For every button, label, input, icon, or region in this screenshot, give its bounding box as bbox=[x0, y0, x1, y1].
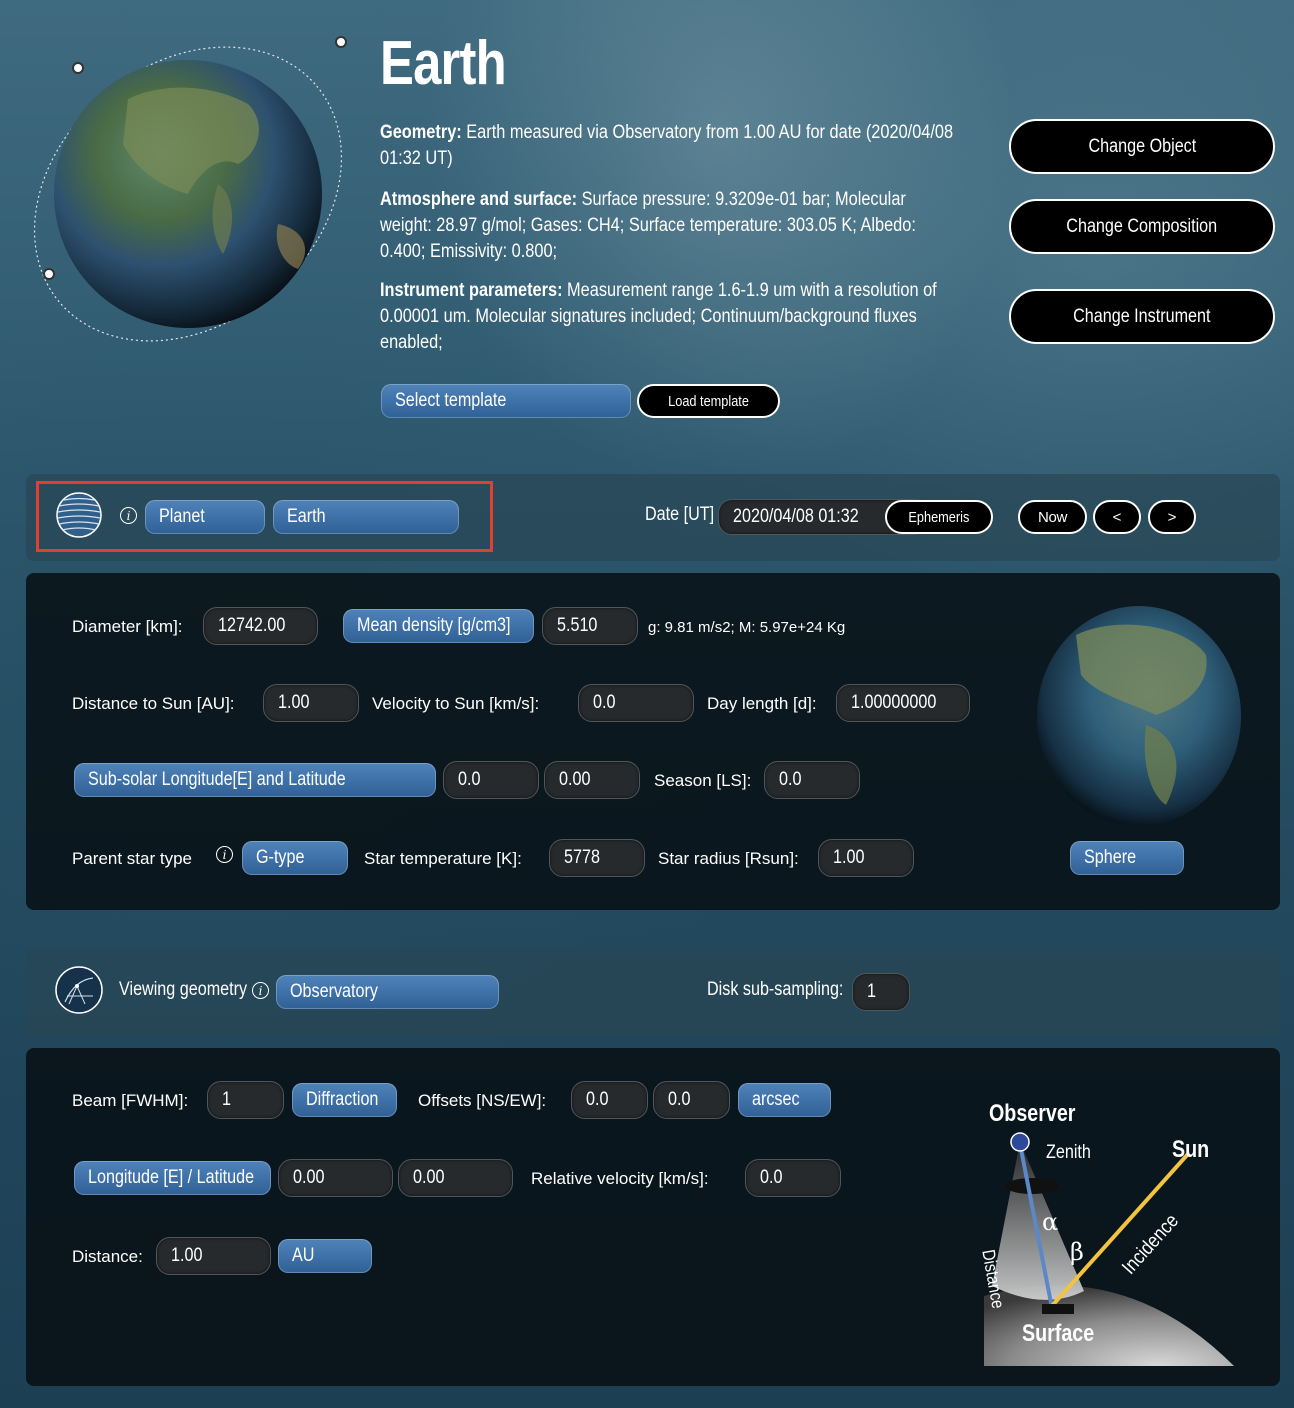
viewing-geometry-dropdown[interactable]: Observatory bbox=[276, 975, 499, 1009]
distance-to-sun-field[interactable]: 1.00 bbox=[263, 684, 359, 722]
instrument-summary: Instrument parameters: Measurement range… bbox=[380, 278, 956, 356]
season-field[interactable]: 0.0 bbox=[764, 761, 860, 799]
star-radius-label: Star radius [Rsun]: bbox=[658, 849, 799, 868]
star-radius-field[interactable]: 1.00 bbox=[818, 839, 914, 877]
change-object-button[interactable]: Change Object bbox=[1009, 119, 1275, 174]
alpha-label: α bbox=[1042, 1208, 1059, 1236]
zenith-label: Zenith bbox=[1046, 1142, 1091, 1163]
offset-unit-dropdown[interactable]: arcsec bbox=[738, 1083, 831, 1117]
previous-date-button[interactable]: < bbox=[1093, 500, 1141, 534]
diameter-field[interactable]: 12742.00 bbox=[203, 607, 318, 645]
page-title: Earth bbox=[380, 29, 507, 98]
star-type-info-icon[interactable]: i bbox=[216, 846, 233, 863]
disk-subsampling-field[interactable]: 1 bbox=[852, 973, 910, 1011]
relative-velocity-label: Relative velocity [km/s]: bbox=[531, 1169, 709, 1188]
disk-subsampling-label: Disk sub-sampling: bbox=[707, 979, 844, 1000]
season-label: Season [LS]: bbox=[654, 771, 752, 790]
next-date-button[interactable]: > bbox=[1148, 500, 1196, 534]
sphere-button[interactable]: Sphere bbox=[1070, 841, 1184, 875]
star-type-dropdown[interactable]: G-type bbox=[242, 841, 348, 875]
mean-density-field[interactable]: 5.510 bbox=[542, 607, 638, 645]
star-temperature-label: Star temperature [K]: bbox=[364, 849, 522, 868]
subsolar-latitude-field[interactable]: 0.00 bbox=[544, 761, 640, 799]
distance-to-sun-label: Distance to Sun [AU]: bbox=[72, 694, 235, 713]
relative-velocity-field[interactable]: 0.0 bbox=[745, 1159, 841, 1197]
star-temperature-field[interactable]: 5778 bbox=[549, 839, 645, 877]
day-length-label: Day length [d]: bbox=[707, 694, 817, 713]
geometry-summary-label: Geometry: bbox=[380, 122, 462, 143]
change-instrument-button[interactable]: Change Instrument bbox=[1009, 289, 1275, 344]
date-label: Date [UT] bbox=[645, 504, 715, 525]
day-length-field[interactable]: 1.00000000 bbox=[836, 684, 970, 722]
observer-label: Observer bbox=[989, 1100, 1076, 1127]
lonlat-button[interactable]: Longitude [E] / Latitude bbox=[74, 1161, 271, 1195]
subsolar-longitude-field[interactable]: 0.0 bbox=[443, 761, 539, 799]
gravity-mass-text: g: 9.81 m/s2; M: 5.97e+24 Kg bbox=[648, 619, 846, 636]
beam-field[interactable]: 1 bbox=[207, 1081, 284, 1119]
diameter-label: Diameter [km]: bbox=[72, 617, 183, 636]
star-type-label: Parent star type bbox=[72, 849, 193, 868]
geometry-summary-text: Earth measured via Observatory from 1.00… bbox=[380, 122, 954, 169]
distance-unit-dropdown[interactable]: AU bbox=[278, 1239, 372, 1273]
highlight-box bbox=[36, 481, 493, 552]
geometry-summary: Geometry: Earth measured via Observatory… bbox=[380, 120, 956, 172]
header-planet-graphic bbox=[18, 24, 358, 364]
distance-field[interactable]: 1.00 bbox=[156, 1237, 271, 1275]
geometry-icon bbox=[55, 966, 103, 1014]
beta-label: β bbox=[1070, 1238, 1084, 1266]
longitude-field[interactable]: 0.00 bbox=[278, 1159, 393, 1197]
offset-ew-field[interactable]: 0.0 bbox=[653, 1081, 730, 1119]
geometry-diagram: Observer Zenith Sun α β Distance Inciden… bbox=[978, 1096, 1240, 1370]
mean-density-button[interactable]: Mean density [g/cm3] bbox=[343, 609, 534, 643]
beam-label: Beam [FWHM]: bbox=[72, 1091, 189, 1110]
velocity-to-sun-field[interactable]: 0.0 bbox=[578, 684, 694, 722]
ephemeris-button[interactable]: Ephemeris bbox=[885, 500, 993, 534]
load-template-button[interactable]: Load template bbox=[637, 384, 780, 418]
distance-label: Distance: bbox=[72, 1247, 143, 1266]
atmosphere-summary-label: Atmosphere and surface: bbox=[380, 189, 578, 210]
viewing-geometry-info-icon[interactable]: i bbox=[252, 982, 269, 999]
change-composition-button[interactable]: Change Composition bbox=[1009, 199, 1275, 254]
now-button[interactable]: Now bbox=[1018, 500, 1087, 534]
offset-ns-field[interactable]: 0.0 bbox=[571, 1081, 648, 1119]
planet-preview-globe bbox=[1036, 605, 1242, 827]
viewing-geometry-label: Viewing geometry bbox=[119, 979, 248, 1000]
subsolar-button[interactable]: Sub-solar Longitude[E] and Latitude bbox=[74, 763, 436, 797]
diffraction-button[interactable]: Diffraction bbox=[292, 1083, 397, 1117]
atmosphere-summary: Atmosphere and surface: Surface pressure… bbox=[380, 187, 956, 265]
offsets-label: Offsets [NS/EW]: bbox=[418, 1091, 547, 1110]
select-template-dropdown[interactable]: Select template bbox=[381, 384, 631, 418]
sun-label: Sun bbox=[1172, 1136, 1210, 1163]
surface-label: Surface bbox=[1022, 1320, 1095, 1347]
instrument-summary-label: Instrument parameters: bbox=[380, 280, 563, 301]
velocity-to-sun-label: Velocity to Sun [km/s]: bbox=[372, 694, 540, 713]
latitude-field[interactable]: 0.00 bbox=[398, 1159, 513, 1197]
